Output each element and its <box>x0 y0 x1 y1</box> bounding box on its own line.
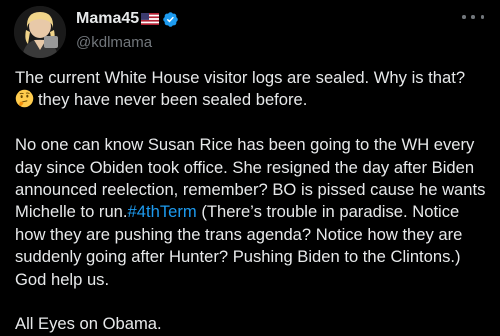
avatar[interactable] <box>14 6 66 58</box>
tweet-paragraph-1-line-1: The current White House visitor logs are… <box>15 68 466 87</box>
tweet-text: The current White House visitor logs are… <box>15 67 493 336</box>
hashtag-link[interactable]: #4thTerm <box>128 202 197 221</box>
author-handle[interactable]: @kdlmama <box>76 33 460 53</box>
author-display-name[interactable]: Mama45 <box>76 9 139 29</box>
tweet-paragraph-1-line-2: they have never been sealed before. <box>38 90 308 110</box>
author-name-row: Mama45 <box>76 9 460 29</box>
tweet-paragraph-3: All Eyes on Obama. <box>15 314 162 334</box>
tweet-paragraph-2: No one can know Susan Rice has been goin… <box>15 134 493 291</box>
more-horizontal-icon[interactable] <box>462 10 484 24</box>
us-flag-icon <box>141 13 160 25</box>
tweet-paragraph-1: The current White House visitor logs are… <box>15 67 493 112</box>
tweet-header: Mama45 @kdlmama <box>76 9 460 53</box>
verified-badge-icon <box>162 11 179 28</box>
tweet-card: Mama45 @kdlmama The current White House … <box>0 0 500 333</box>
thinking-face-emoji <box>15 89 34 108</box>
